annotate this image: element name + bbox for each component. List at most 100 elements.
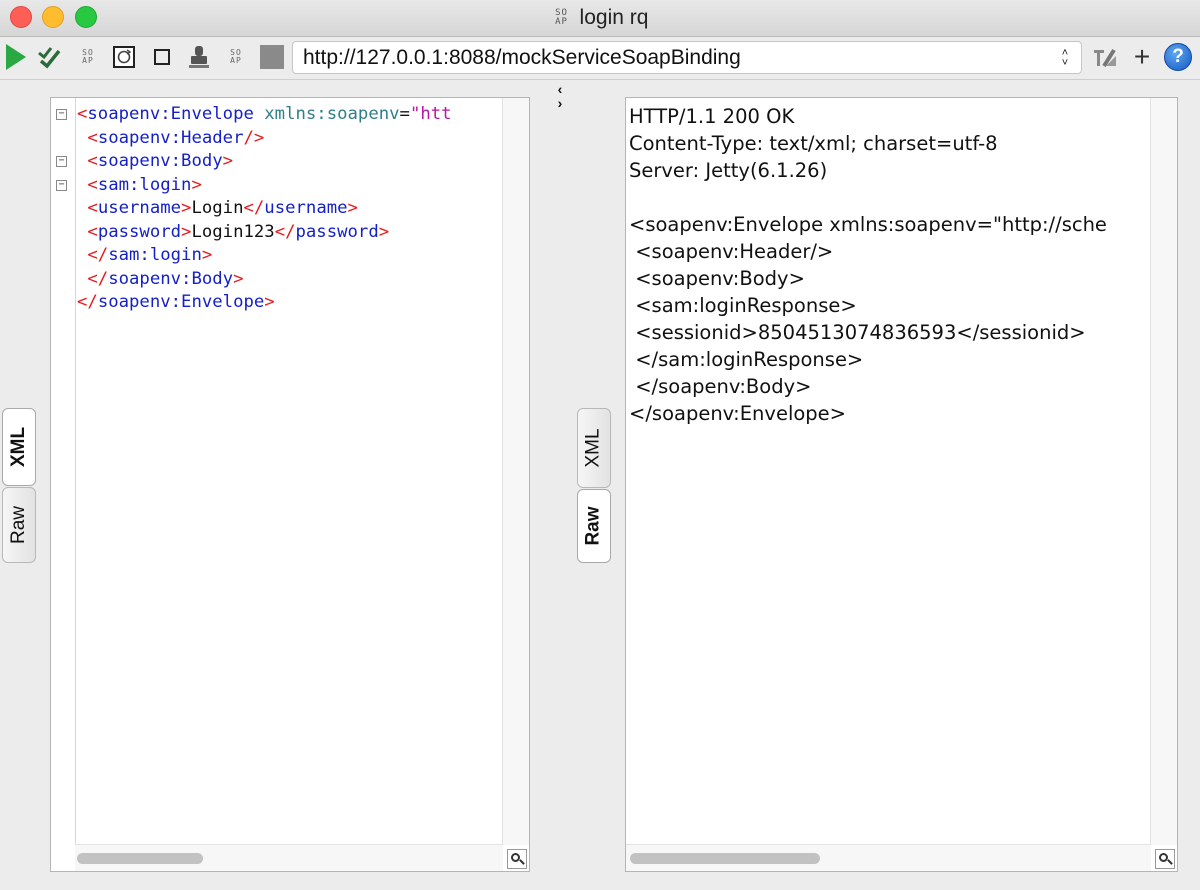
- response-scroll-thumb[interactable]: [630, 853, 820, 864]
- response-tab-xml[interactable]: XML: [577, 408, 611, 488]
- help-button[interactable]: ?: [1164, 43, 1192, 71]
- response-line: <sessionid>8504513074836593</sessionid>: [629, 321, 1086, 344]
- fold-toggle-icon[interactable]: −: [56, 179, 67, 191]
- raw-response-text[interactable]: HTTP/1.1 200 OK Content-Type: text/xml; c…: [629, 103, 1147, 427]
- play-icon: [6, 44, 26, 70]
- maximize-editor-button[interactable]: [148, 43, 176, 71]
- response-line: [629, 184, 1147, 211]
- xml-token: soapenv:Envelope: [97, 292, 265, 312]
- xml-token: Login123: [191, 221, 275, 242]
- request-scroll-thumb[interactable]: [77, 853, 203, 864]
- request-toolbar: SO AP SO AP http://127.0.0.1:8088/mockSe…: [0, 37, 1200, 80]
- endpoint-url-text: http://127.0.0.1:8088/mockServiceSoapBin…: [303, 46, 741, 69]
- xml-token: <: [87, 174, 98, 195]
- stop-request-button[interactable]: [258, 43, 286, 71]
- create-soap-request-button[interactable]: SO AP: [74, 43, 102, 71]
- xml-token: [77, 269, 87, 289]
- title-inner: SO AP login rq: [552, 0, 649, 36]
- xml-token: </: [77, 292, 98, 312]
- magnifier-icon-handle: [1167, 859, 1173, 865]
- endpoint-edit-icon: [1094, 48, 1116, 68]
- xml-token: >: [347, 198, 358, 218]
- xml-token: [254, 104, 264, 124]
- response-tab-xml-label: XML: [583, 428, 605, 468]
- soap-request-icon: SO AP: [82, 49, 94, 65]
- request-tab-xml[interactable]: XML: [2, 408, 36, 486]
- add-endpoint-button[interactable]: +: [1128, 43, 1156, 71]
- square-outline-icon: [154, 49, 170, 65]
- request-tab-raw[interactable]: Raw: [2, 487, 36, 563]
- xml-token: sam:login: [97, 174, 192, 195]
- response-line: <sam:loginResponse>: [629, 294, 857, 317]
- soap-icon-bottom: AP: [555, 17, 568, 27]
- stamp-icon: [189, 46, 209, 68]
- request-zoom-button[interactable]: [507, 849, 527, 869]
- response-line: Server: Jetty(6.1.26): [629, 159, 828, 182]
- response-line: </sam:loginResponse>: [629, 348, 864, 371]
- xml-token: [77, 128, 87, 148]
- run-request-button[interactable]: [2, 43, 30, 71]
- xml-token: </: [243, 198, 265, 218]
- edit-endpoint-button[interactable]: [1091, 43, 1119, 71]
- request-editor-panel: − − − <soapenv:Envelope xmlns:soapenv="htt…: [50, 97, 530, 872]
- xml-token: <: [87, 198, 98, 218]
- xml-token: >: [264, 292, 275, 312]
- xml-token: </: [87, 268, 109, 289]
- response-zoom-button[interactable]: [1155, 849, 1175, 869]
- request-tab-xml-label: XML: [8, 426, 30, 468]
- response-line: Content-Type: text/xml; charset=utf-8: [629, 132, 998, 155]
- chevron-right-icon: ›: [557, 95, 563, 111]
- window-title: login rq: [579, 6, 649, 29]
- xml-token: >: [201, 245, 213, 265]
- fold-toggle-icon[interactable]: −: [56, 109, 67, 120]
- xml-line: </soapenv:Body>: [77, 268, 503, 292]
- xml-token: soapenv:Header: [97, 127, 244, 148]
- title-bar: SO AP login rq: [0, 0, 1200, 37]
- xml-token: "htt: [409, 104, 452, 124]
- title-wrap: SO AP login rq: [0, 0, 1200, 36]
- request-horizontal-scrollbar[interactable]: [75, 844, 503, 871]
- splitter-toggle[interactable]: ‹ ›: [552, 82, 568, 116]
- response-line: HTTP/1.1 200 OK: [629, 105, 795, 128]
- xml-token: </: [274, 221, 296, 242]
- chevron-down-icon: ˅: [1061, 56, 1069, 69]
- xml-token: soapenv:Body: [108, 268, 234, 289]
- xml-token: username: [264, 198, 348, 218]
- xml-line: <soapenv:Envelope xmlns:soapenv="htt: [77, 103, 503, 127]
- magnifier-icon-handle: [519, 859, 525, 865]
- xml-line: <soapenv:Body>: [77, 150, 503, 174]
- xml-token: [77, 175, 87, 195]
- user-settings-button[interactable]: [185, 43, 213, 71]
- xml-line: <soapenv:Header/>: [77, 127, 503, 151]
- xml-token: >: [233, 268, 244, 289]
- request-xml-editor[interactable]: <soapenv:Envelope xmlns:soapenv="htt <so…: [77, 103, 503, 315]
- xml-token: xmlns:soapenv: [264, 104, 400, 124]
- soap-icon: SO AP: [552, 9, 572, 27]
- xml-token: >: [181, 198, 192, 218]
- response-line: <soapenv:Header/>: [629, 240, 834, 263]
- response-vertical-scrollbar[interactable]: [1150, 98, 1177, 845]
- xml-line: </soapenv:Envelope>: [77, 291, 503, 315]
- xml-token: >: [222, 151, 234, 171]
- xml-token: <: [87, 127, 98, 148]
- xml-token: password: [97, 221, 182, 242]
- clone-request-button[interactable]: SO AP: [222, 43, 250, 71]
- endpoint-dropdown-arrows[interactable]: ˄ ˅: [1055, 45, 1075, 70]
- xml-token: Login: [191, 198, 244, 218]
- add-assertion-button[interactable]: [36, 43, 64, 71]
- xml-token: <: [87, 151, 98, 171]
- plus-icon: +: [1133, 41, 1151, 72]
- response-line: <soapenv:Body>: [629, 267, 805, 290]
- xml-token: >: [378, 221, 390, 242]
- endpoint-url-field[interactable]: http://127.0.0.1:8088/mockServiceSoapBin…: [292, 41, 1082, 74]
- fold-toggle-icon[interactable]: −: [56, 156, 67, 167]
- xml-token: >: [181, 221, 192, 242]
- refresh-window-icon: [113, 46, 135, 68]
- soap-clone-icon: SO AP: [230, 49, 242, 65]
- response-horizontal-scrollbar[interactable]: [626, 844, 1151, 871]
- request-vertical-scrollbar[interactable]: [502, 98, 529, 845]
- refresh-definition-button[interactable]: [110, 43, 138, 71]
- response-tab-raw[interactable]: Raw: [577, 489, 611, 563]
- xml-token: [77, 245, 87, 265]
- soap-clone-icon-bottom: AP: [230, 56, 242, 65]
